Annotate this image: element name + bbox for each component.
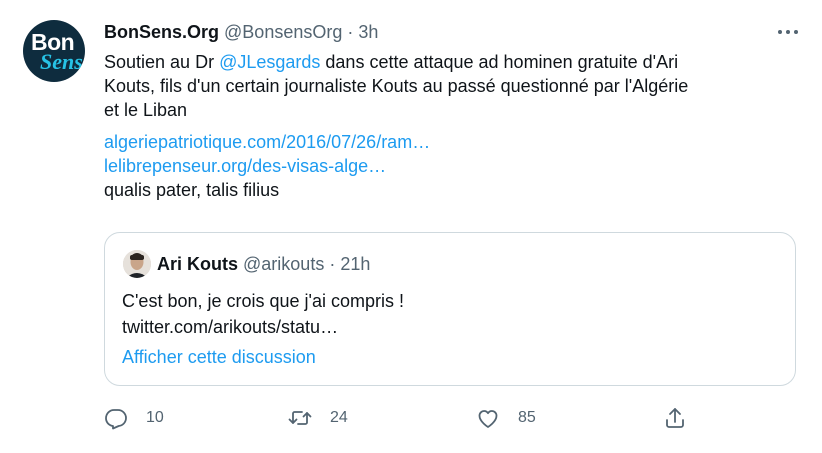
author-display-name[interactable]: BonSens.Org	[104, 22, 219, 42]
mention-link[interactable]: @JLesgards	[219, 52, 320, 72]
tweet-text-segment: dans cette attaque ad hominen gratuite d…	[320, 52, 679, 72]
quoted-tweet-text: C'est bon, je crois que j'ai compris ! t…	[122, 288, 404, 340]
quoted-header-separator: ·	[329, 254, 336, 274]
url-link-algeriepatriotique[interactable]: algeriepatriotique.com/2016/07/26/ram…	[104, 130, 794, 154]
like-button[interactable]: 85	[476, 403, 536, 433]
like-icon	[478, 410, 498, 428]
quoted-author-avatar	[123, 250, 151, 278]
share-button[interactable]	[663, 403, 687, 433]
tweet-header: BonSens.Org @BonsensOrg · 3h	[104, 20, 378, 44]
quoted-tweet-timestamp: 21h	[340, 254, 371, 274]
retweet-icon	[288, 411, 312, 425]
reply-icon	[105, 409, 127, 430]
quoted-tweet-header: Ari Kouts @arikouts · 21h	[157, 252, 370, 276]
reply-count: 10	[146, 409, 164, 426]
tweet-text-segment: Soutien au Dr	[104, 52, 220, 72]
quoted-author-display-name: Ari Kouts	[157, 254, 238, 274]
tweet-line-2: Kouts, fils d'un certain journaliste Kou…	[104, 76, 689, 96]
url-link-lelibrepenseur[interactable]: lelibrepenseur.org/des-visas-alge…	[104, 154, 794, 178]
tweet-line-1: Soutien au Dr @JLesgards dans cette atta…	[104, 50, 794, 74]
quoted-tweet-line-1: C'est bon, je crois que j'ai compris !	[122, 291, 404, 311]
tweet-text: Soutien au Dr @JLesgards dans cette atta…	[104, 50, 794, 202]
retweet-button[interactable]: 24	[288, 403, 348, 433]
more-icon[interactable]	[776, 23, 800, 41]
author-avatar[interactable]: Bon Sens	[23, 20, 85, 82]
like-count: 85	[518, 409, 536, 426]
tweet-line-last: qualis pater, talis filius	[104, 180, 280, 200]
show-thread-link[interactable]: Afficher cette discussion	[122, 345, 316, 369]
avatar-logo-text-sens: Sens	[40, 49, 83, 74]
quoted-author-handle: @arikouts	[243, 254, 325, 274]
share-icon	[666, 408, 684, 428]
tweet-timestamp[interactable]: 3h	[358, 22, 378, 42]
retweet-count: 24	[330, 409, 348, 426]
author-handle[interactable]: @BonsensOrg	[224, 22, 342, 42]
tweet[interactable]: Bon Sens BonSens.Org @BonsensOrg · 3h So…	[0, 0, 822, 453]
quoted-tweet[interactable]: Ari Kouts @arikouts · 21h C'est bon, je …	[104, 232, 796, 386]
quoted-tweet-link-text: twitter.com/arikouts/statu…	[122, 317, 339, 337]
header-separator: ·	[347, 22, 354, 42]
reply-button[interactable]: 10	[104, 403, 164, 433]
tweet-line-3: et le Liban	[104, 100, 188, 120]
tweet-actions: 10 24 85	[104, 403, 704, 433]
